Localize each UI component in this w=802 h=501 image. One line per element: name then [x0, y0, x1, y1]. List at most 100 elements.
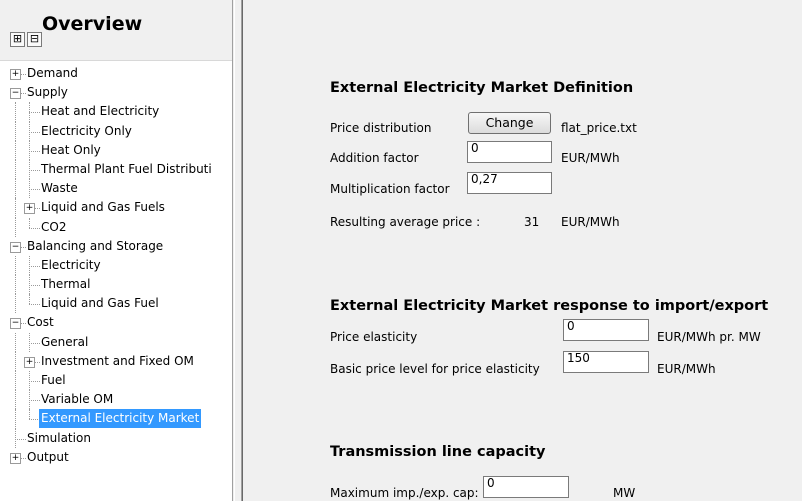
- tree-item[interactable]: General: [0, 332, 232, 352]
- tree-item-label: Thermal: [41, 277, 91, 292]
- tree-item[interactable]: Electricity: [0, 255, 232, 276]
- price-elasticity-label: Price elasticity: [330, 330, 418, 344]
- tree-item[interactable]: CO2: [0, 217, 232, 237]
- collapse-all-button[interactable]: ⊟: [27, 32, 42, 47]
- tree-connector: [29, 217, 30, 228]
- tree-connector: [15, 159, 16, 180]
- tree-expand-icon[interactable]: +: [10, 69, 21, 80]
- market-definition-heading: External Electricity Market Definition: [330, 80, 634, 96]
- resulting-price-value: 31: [524, 215, 540, 229]
- basic-price-level-input[interactable]: 150: [563, 351, 649, 373]
- tree-connector: [15, 198, 16, 218]
- tree-item-label: Heat Only: [41, 142, 101, 157]
- tree-collapse-icon[interactable]: −: [10, 241, 21, 253]
- change-price-distribution-button[interactable]: Change: [468, 112, 551, 134]
- tree-item[interactable]: + Investment and Fixed OM: [0, 351, 232, 371]
- tree-connector: [29, 275, 30, 295]
- expand-all-button[interactable]: ⊞: [10, 32, 25, 47]
- tree-item-label: Investment and Fixed OM: [41, 353, 194, 368]
- tree-connector: [29, 332, 30, 352]
- tree-connector: [15, 390, 16, 410]
- tree-connector: [29, 371, 30, 391]
- max-capacity-input[interactable]: 0: [483, 476, 569, 498]
- multiplication-factor-input[interactable]: 0,27: [467, 172, 552, 194]
- tree-connector: [29, 179, 30, 199]
- tree-connector: [29, 255, 30, 276]
- market-response-heading: External Electricity Market response to …: [330, 298, 769, 314]
- tree-connector: [15, 351, 16, 371]
- tree-item[interactable]: Heat and Electricity: [0, 102, 232, 122]
- tree-connector: [29, 159, 30, 180]
- tree-connector: [29, 294, 30, 305]
- resulting-price-unit: EUR/MWh: [561, 215, 620, 229]
- tree-collapse-icon[interactable]: −: [10, 88, 21, 100]
- tree-item-label: Fuel: [41, 373, 66, 387]
- basic-price-level-label: Basic price level for price elasticity: [330, 362, 540, 376]
- tree-connector: [29, 140, 30, 160]
- tree-connector: [29, 390, 30, 410]
- tree-connector: [15, 409, 16, 429]
- tree-item-label: CO2: [41, 219, 67, 234]
- tree-item-label: Demand: [27, 66, 78, 80]
- navigation-panel: ⊞ ⊟ Overview + Demand − Supply Heat and Elec…: [0, 0, 233, 501]
- tree-item-label: Liquid and Gas Fuels: [41, 200, 165, 215]
- tree-expand-icon[interactable]: +: [24, 203, 35, 215]
- addition-factor-unit: EUR/MWh: [561, 151, 620, 165]
- tree-expand-icon[interactable]: +: [10, 452, 21, 464]
- price-distribution-label: Price distribution: [330, 121, 432, 135]
- tree-item[interactable]: Waste: [0, 179, 232, 199]
- tree-connector: [29, 409, 30, 420]
- tree-item[interactable]: Thermal Plant Fuel Distributi: [0, 159, 232, 180]
- tree-item-label: Supply: [27, 85, 68, 100]
- tree-item[interactable]: Heat Only: [0, 140, 232, 160]
- tree-connector: [29, 121, 30, 141]
- tree-connector: [15, 217, 16, 237]
- tree-item[interactable]: Simulation: [0, 428, 232, 448]
- price-elasticity-unit: EUR/MWh pr. MW: [657, 330, 761, 344]
- tree-item-label: Simulation: [27, 430, 91, 445]
- tree-item[interactable]: − Balancing and Storage: [0, 237, 232, 256]
- tree-item[interactable]: External Electricity Market: [0, 409, 232, 429]
- price-elasticity-input[interactable]: 0: [563, 319, 649, 341]
- tree-item[interactable]: − Supply: [0, 83, 232, 102]
- tree-item-label: External Electricity Market: [39, 409, 202, 429]
- tree-item[interactable]: Fuel: [0, 371, 232, 391]
- tree-item-label: Waste: [41, 181, 78, 196]
- tree-item-label: Output: [27, 449, 69, 464]
- tree-item[interactable]: + Demand: [0, 64, 232, 83]
- resulting-price-label: Resulting average price :: [330, 215, 481, 229]
- tree-connector: [15, 179, 16, 199]
- tree-connector: [15, 332, 16, 352]
- tree-collapse-icon[interactable]: −: [10, 318, 21, 330]
- panel-splitter[interactable]: [233, 0, 243, 501]
- tree-connector: [15, 275, 16, 295]
- tree-connector: [29, 102, 30, 122]
- basic-price-level-unit: EUR/MWh: [657, 362, 716, 376]
- tree-connector: [15, 371, 16, 391]
- tree-item[interactable]: Thermal: [0, 275, 232, 295]
- price-file-name: flat_price.txt: [561, 121, 637, 135]
- max-capacity-unit: MW: [613, 486, 636, 500]
- tree-connector: [15, 140, 16, 160]
- tree-item[interactable]: Liquid and Gas Fuel: [0, 294, 232, 314]
- overview-title: Overview: [42, 13, 143, 35]
- tree-expand-icon[interactable]: +: [24, 356, 35, 368]
- tree-item-label: Liquid and Gas Fuel: [41, 296, 159, 311]
- tree-item[interactable]: Electricity Only: [0, 121, 232, 141]
- tree-connector: [15, 102, 16, 122]
- tree-item-label: Electricity Only: [41, 123, 132, 138]
- addition-factor-input[interactable]: 0: [467, 141, 552, 163]
- tree-connector: [15, 294, 16, 314]
- tree-item[interactable]: + Liquid and Gas Fuels: [0, 198, 232, 218]
- tree-item-label: Balancing and Storage: [27, 238, 164, 253]
- tree-item-label: General: [41, 334, 89, 349]
- overview-header: ⊞ ⊟ Overview: [0, 0, 232, 61]
- tree-item[interactable]: − Cost: [0, 313, 232, 332]
- tree-connector: [15, 428, 16, 448]
- tree-item[interactable]: + Output: [0, 448, 232, 467]
- tree-item[interactable]: Variable OM: [0, 390, 232, 410]
- tree-connector: [15, 121, 16, 141]
- tree-item-label: Heat and Electricity: [41, 104, 160, 119]
- tree-item-label: Electricity: [41, 257, 101, 272]
- tree-item-label: Variable OM: [41, 392, 114, 407]
